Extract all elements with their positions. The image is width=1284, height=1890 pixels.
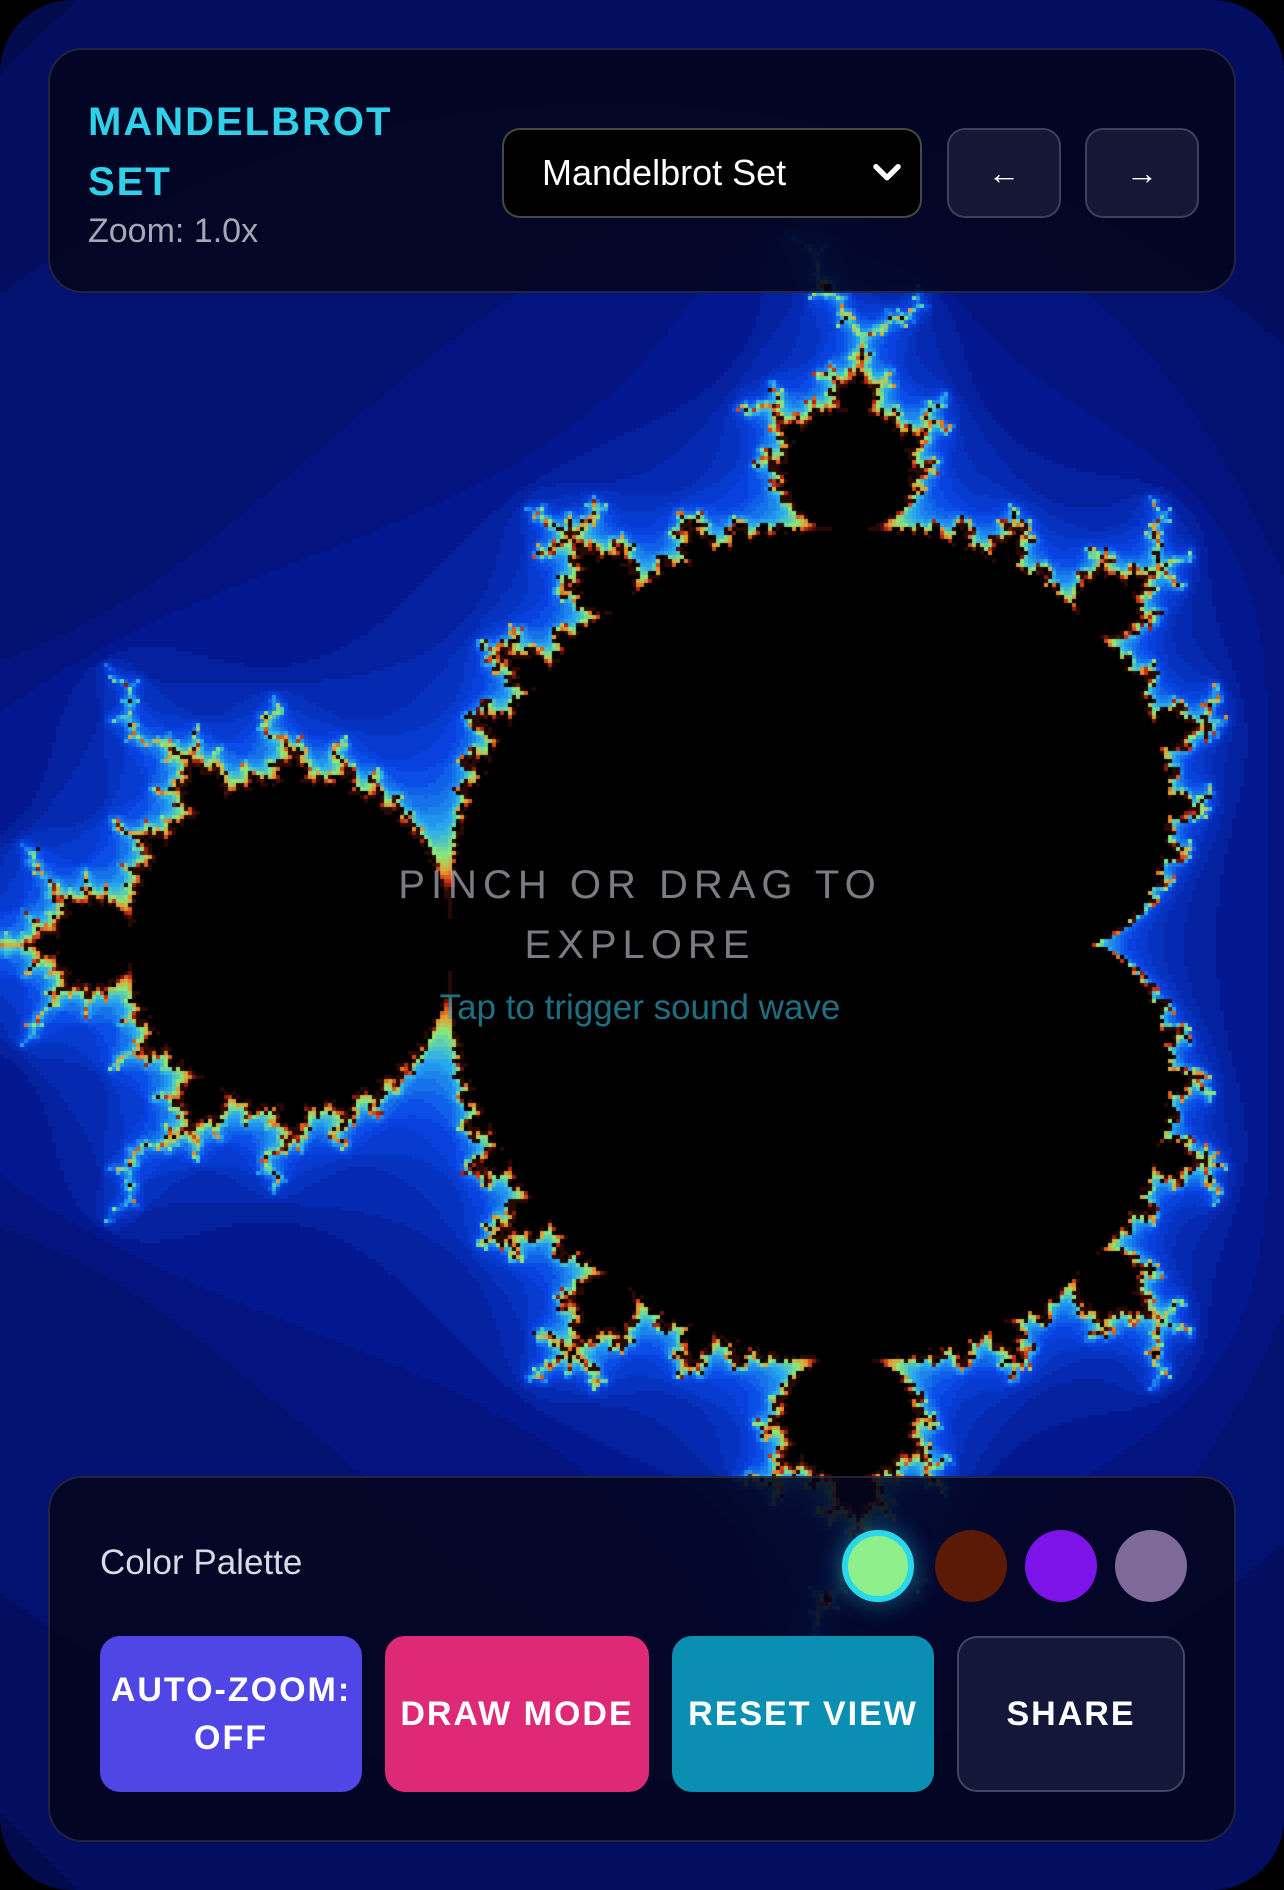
share-button[interactable]: SHARE (957, 1636, 1185, 1792)
header-panel: MANDELBROT SET Zoom: 1.0x Mandelbrot Set… (48, 48, 1236, 293)
explore-hint: PINCH OR DRAG TO EXPLORE (398, 863, 882, 967)
zoom-level: Zoom: 1.0x (88, 212, 259, 250)
next-fractal-button[interactable]: → (1085, 128, 1199, 218)
fractal-select[interactable]: Mandelbrot Set (502, 128, 922, 218)
auto-zoom-button[interactable]: AUTO-ZOOM: OFF (100, 1636, 362, 1792)
previous-fractal-button[interactable]: ← (947, 128, 1061, 218)
palette-swatch-brown[interactable] (935, 1530, 1007, 1602)
palette-swatch-green[interactable] (842, 1530, 914, 1602)
color-palette-label: Color Palette (100, 1543, 303, 1582)
controls-panel: Color Palette AUTO-ZOOM: OFF DRAW MODE R… (48, 1476, 1236, 1842)
reset-view-button[interactable]: RESET VIEW (672, 1636, 934, 1792)
chevron-down-icon (873, 163, 901, 181)
palette-swatch-lavender[interactable] (1115, 1530, 1187, 1602)
app-title: MANDELBROT SET (88, 100, 393, 204)
app-screen: MANDELBROT SET Zoom: 1.0x Mandelbrot Set… (0, 0, 1284, 1890)
draw-mode-button[interactable]: DRAW MODE (385, 1636, 649, 1792)
palette-swatch-purple[interactable] (1025, 1530, 1097, 1602)
fractal-select-value: Mandelbrot Set (542, 152, 787, 193)
sound-wave-hint: Tap to trigger sound wave (439, 988, 841, 1027)
